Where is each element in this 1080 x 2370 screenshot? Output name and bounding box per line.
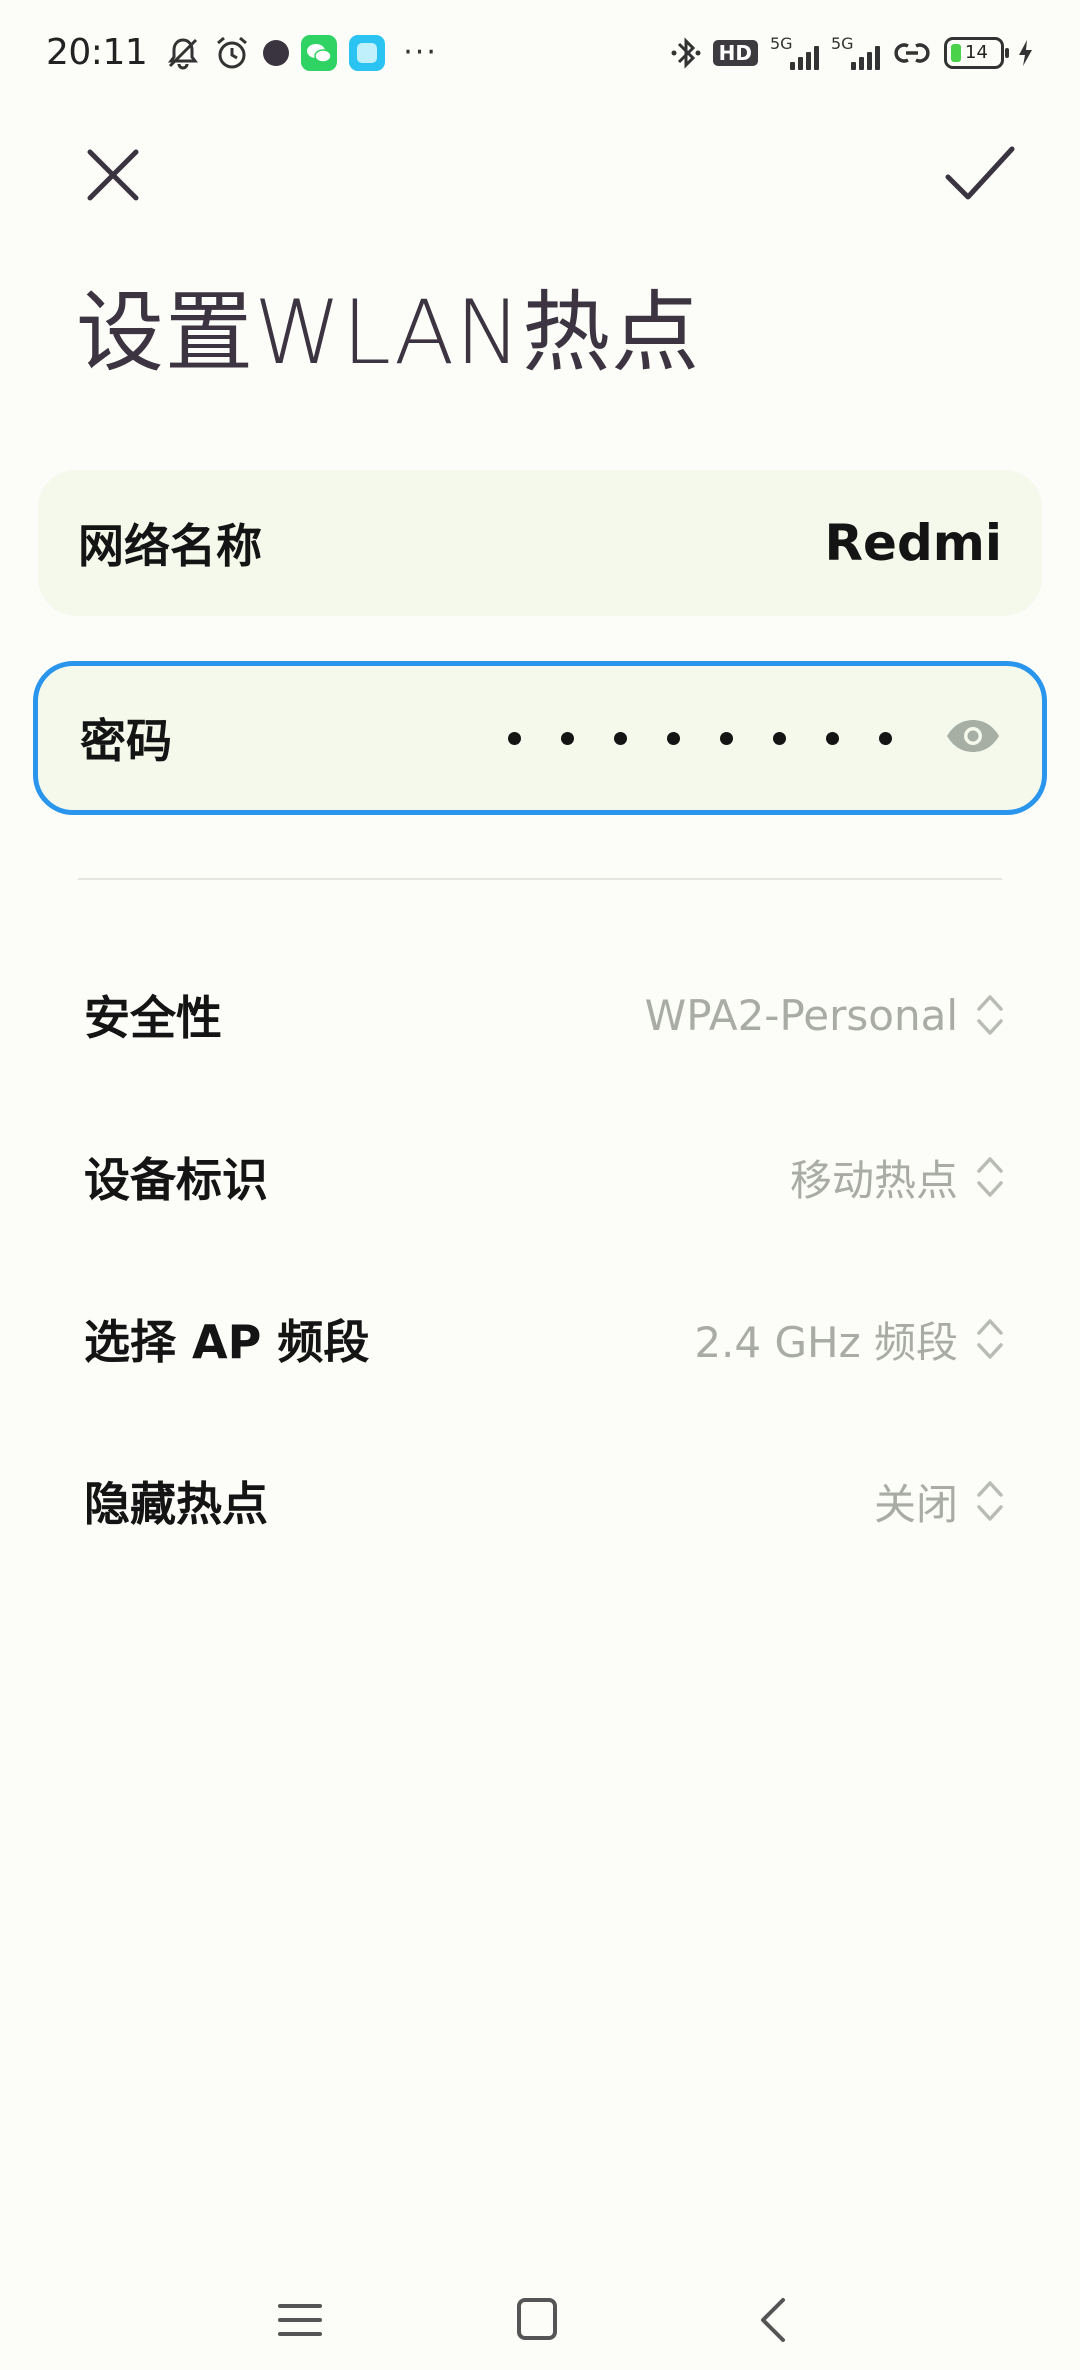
security-label: 安全性 (84, 991, 222, 1045)
ap-band-value: 2.4 GHz 频段 (694, 1317, 958, 1367)
status-bar-right: HD 5G 5G 14 (671, 34, 1034, 72)
home-square-icon (517, 2298, 557, 2340)
up-down-arrows-icon (977, 1157, 1003, 1197)
ap-band-row[interactable]: 选择 AP 频段 2.4 GHz 频段 (84, 1289, 1004, 1389)
password-label: 密码 (80, 714, 172, 768)
battery-fill (951, 43, 961, 62)
close-button[interactable] (78, 140, 148, 210)
network-name-value[interactable]: Redmi (825, 514, 1002, 572)
signal-icon-sim1: 5G (770, 33, 819, 70)
clock: 20:11 (46, 32, 148, 73)
password-mask-dot (667, 731, 680, 745)
up-down-arrows-icon (977, 995, 1003, 1035)
device-id-selector[interactable]: 移动热点 (790, 1147, 1004, 1208)
password-mask-dot (561, 731, 574, 745)
bluetooth-icon (671, 34, 701, 72)
ap-band-selector[interactable]: 2.4 GHz 频段 (694, 1309, 1004, 1370)
status-bar-left: 20:11 ··· (46, 32, 438, 73)
blue-app-icon (349, 34, 386, 71)
password-field[interactable]: 密码 (33, 661, 1047, 815)
battery-icon: 14 (944, 36, 1009, 69)
hide-hotspot-selector[interactable]: 关闭 (874, 1471, 1004, 1532)
hide-hotspot-value: 关闭 (873, 1479, 958, 1529)
network-name-label: 网络名称 (78, 519, 262, 573)
password-mask-dot (826, 731, 839, 745)
password-input-area[interactable] (508, 718, 1002, 758)
up-down-arrows-icon (977, 1319, 1003, 1359)
password-masked-value[interactable] (508, 731, 892, 745)
security-selector[interactable]: WPA2-Personal (645, 989, 1004, 1041)
network-type-label: 5G (831, 33, 854, 53)
hd-voice-badge: HD (712, 39, 758, 66)
wechat-icon (301, 34, 338, 71)
confirm-button[interactable] (940, 135, 1020, 215)
show-password-eye-icon[interactable] (944, 718, 1002, 758)
security-value: WPA2-Personal (644, 990, 958, 1040)
signal-icon-sim2: 5G (831, 33, 880, 70)
recent-apps-button[interactable] (270, 2290, 330, 2350)
password-mask-dot (720, 731, 733, 745)
network-type-label: 5G (770, 33, 793, 53)
alarm-icon (213, 34, 251, 72)
navigation-bar (0, 2290, 1080, 2370)
hide-hotspot-label: 隐藏热点 (84, 1477, 268, 1531)
battery-level: 14 (965, 42, 988, 63)
bell-muted-icon (165, 35, 201, 71)
network-name-field[interactable]: 网络名称 Redmi (38, 470, 1042, 616)
close-icon (87, 149, 139, 201)
more-notifications-icon: ··· (403, 35, 438, 70)
menu-icon (278, 2304, 322, 2336)
hide-hotspot-row[interactable]: 隐藏热点 关闭 (84, 1451, 1004, 1551)
section-divider (78, 878, 1002, 880)
checkmark-icon (945, 146, 1015, 200)
security-row[interactable]: 安全性 WPA2-Personal (84, 965, 1004, 1065)
home-button[interactable] (507, 2290, 567, 2350)
status-bar: 20:11 ··· HD 5G 5G 14 (0, 0, 1080, 105)
back-button[interactable] (745, 2290, 805, 2350)
charging-icon (1016, 38, 1034, 68)
password-mask-dot (508, 731, 521, 745)
password-mask-dot (879, 731, 892, 745)
ap-band-label: 选择 AP 频段 (84, 1315, 370, 1369)
up-down-arrows-icon (977, 1481, 1003, 1521)
device-id-label: 设备标识 (84, 1153, 268, 1207)
password-mask-dot (614, 731, 627, 745)
password-mask-dot (773, 731, 786, 745)
device-id-value: 移动热点 (789, 1155, 958, 1205)
app-notification-icon (263, 39, 290, 66)
page-title: 设置WLAN热点 (76, 281, 701, 384)
hotspot-link-icon (892, 36, 932, 70)
device-id-row[interactable]: 设备标识 移动热点 (84, 1127, 1004, 1227)
back-chevron-icon (761, 2298, 785, 2342)
